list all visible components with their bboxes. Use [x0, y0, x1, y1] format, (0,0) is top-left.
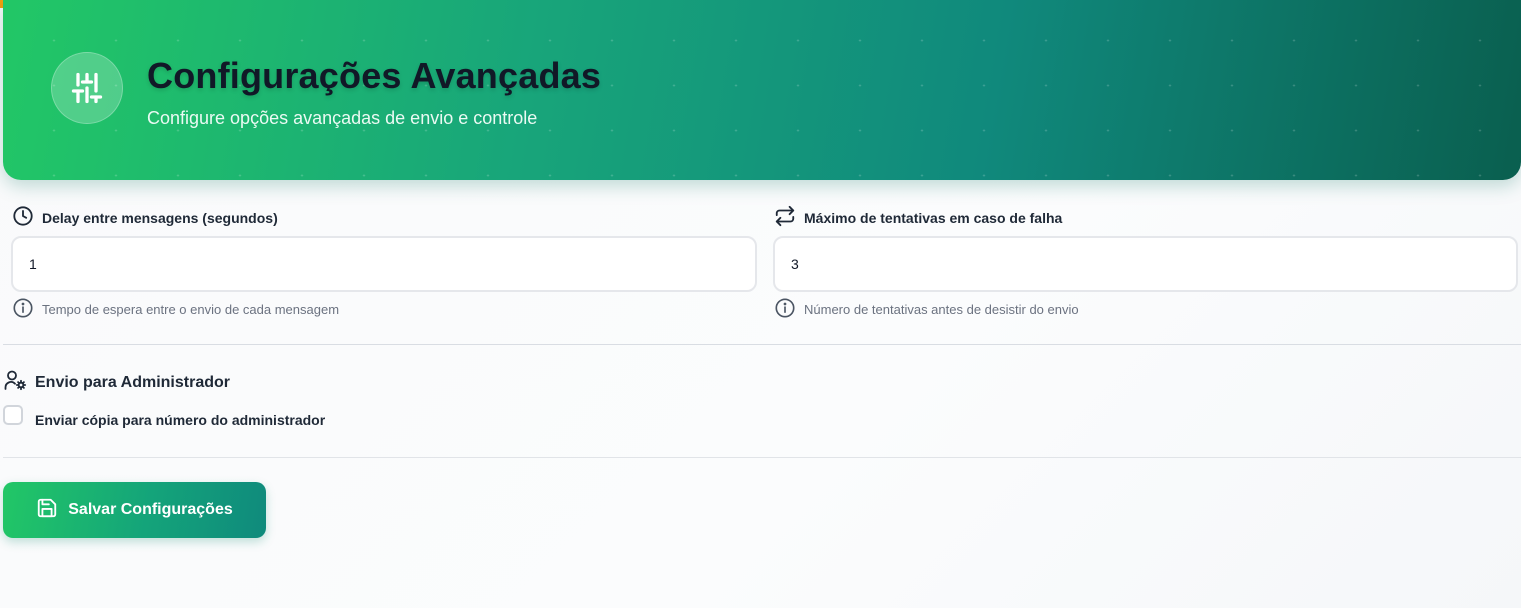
page: Configurações Avançadas Configure opções… [0, 0, 1521, 608]
save-icon [36, 497, 58, 524]
admin-copy-label[interactable]: Enviar cópia para número do administrado… [35, 412, 325, 428]
delay-help: Tempo de espera entre o envio de cada me… [12, 297, 339, 322]
retries-label: Máximo de tentativas em caso de falha [774, 205, 1062, 230]
delay-input[interactable] [11, 236, 757, 292]
retries-label-text: Máximo de tentativas em caso de falha [804, 209, 1063, 226]
retries-input[interactable] [773, 236, 1518, 292]
info-icon [774, 297, 796, 322]
save-button[interactable]: Salvar Configurações [3, 482, 266, 538]
admin-copy-checkbox[interactable] [3, 405, 23, 425]
delay-help-text: Tempo de espera entre o envio de cada me… [42, 302, 340, 317]
page-subtitle: Configure opções avançadas de envio e co… [147, 108, 538, 128]
info-icon [12, 297, 34, 322]
header-banner: Configurações Avançadas Configure opções… [3, 0, 1521, 180]
retries-help: Número de tentativas antes de desistir d… [774, 297, 1079, 322]
repeat-icon [774, 205, 796, 230]
divider-top [3, 344, 1521, 345]
delay-label-text: Delay entre mensagens (segundos) [42, 209, 278, 226]
page-title: Configurações Avançadas [147, 55, 602, 96]
user-cog-icon [3, 368, 27, 397]
sliders-icon [51, 52, 123, 124]
divider-bottom [3, 457, 1521, 458]
admin-section-title: Envio para Administrador [3, 368, 230, 397]
retries-help-text: Número de tentativas antes de desistir d… [804, 302, 1079, 317]
clock-icon [12, 205, 34, 230]
delay-label: Delay entre mensagens (segundos) [12, 205, 278, 230]
save-button-label: Salvar Configurações [68, 501, 233, 518]
admin-section-title-text: Envio para Administrador [35, 373, 230, 391]
